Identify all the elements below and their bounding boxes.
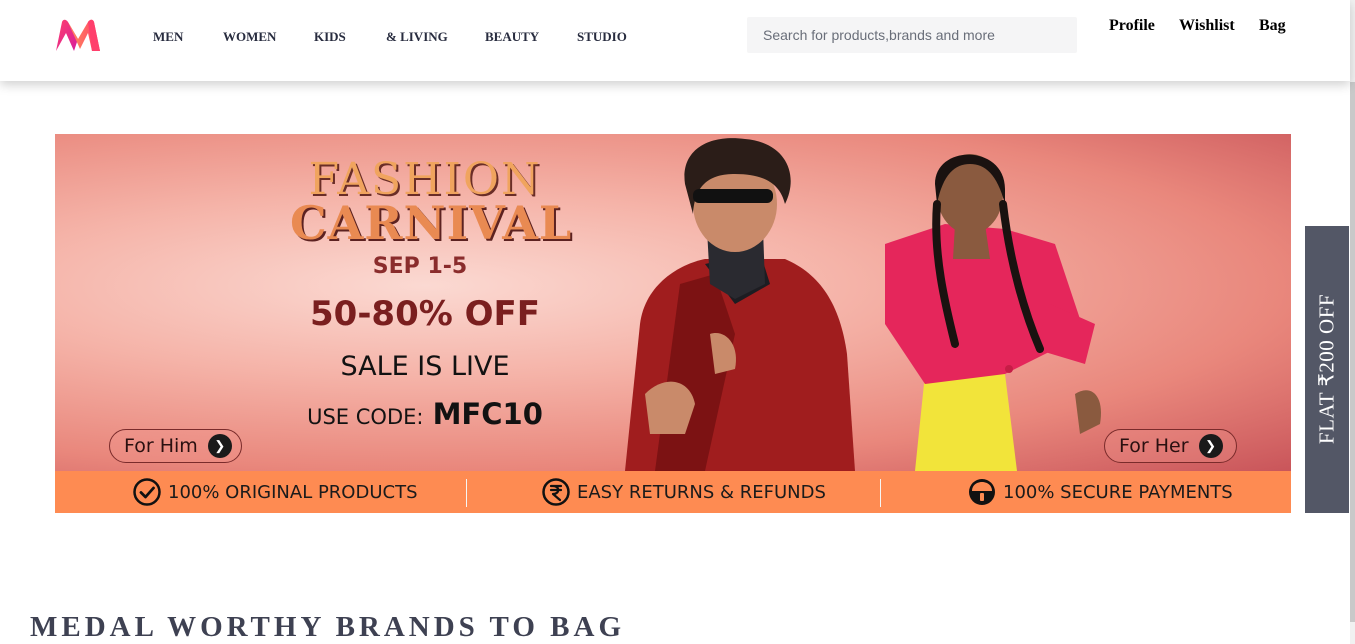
vertical-scrollbar[interactable] [1350, 0, 1355, 644]
shield-lock-icon [969, 479, 995, 505]
banner-sale-status: SALE IS LIVE [340, 351, 510, 382]
banner-dates: SEP 1-5 [372, 254, 468, 279]
top-header: MEN WOMEN KIDS & LIVING BEAUTY STUDIO Pr… [0, 0, 1350, 81]
banner-title-carnival: CARNIVAL [290, 196, 573, 250]
trust-item-secure: 100% SECURE PAYMENTS [967, 471, 1233, 513]
coupon-code: MFC10 [432, 397, 543, 431]
nav-item-home-living[interactable]: & LIVING [386, 29, 448, 45]
nav-item-women[interactable]: WOMEN [223, 29, 276, 45]
check-circle-icon [133, 478, 161, 506]
trust-text-returns: EASY RETURNS & REFUNDS [577, 481, 826, 503]
strip-divider [466, 479, 467, 507]
flat-offer-side-tab[interactable]: FLAT ₹200 OFF [1305, 226, 1349, 513]
trust-text-original: 100% ORIGINAL PRODUCTS [168, 481, 418, 503]
models-illustration [625, 138, 1101, 471]
banner-discount: 50-80% OFF [310, 294, 540, 334]
trust-item-original: 100% ORIGINAL PRODUCTS [132, 471, 418, 513]
for-him-label: For Him [124, 435, 198, 457]
section-title: MEDAL WORTHY BRANDS TO BAG [30, 611, 626, 643]
rupee-circle-icon [542, 478, 570, 506]
trust-text-secure: 100% SECURE PAYMENTS [1003, 481, 1233, 503]
strip-divider [880, 479, 881, 507]
bag-link[interactable]: Bag [1259, 17, 1286, 35]
scrollbar-thumb[interactable] [1350, 82, 1355, 622]
hero-banner[interactable]: FASHION CARNIVAL SEP 1-5 50-80% OFF SALE… [55, 134, 1291, 513]
trust-item-returns: EASY RETURNS & REFUNDS [541, 471, 826, 513]
wishlist-link[interactable]: Wishlist [1179, 17, 1235, 35]
nav-item-studio[interactable]: STUDIO [577, 29, 627, 45]
nav-item-beauty[interactable]: BEAUTY [485, 29, 539, 45]
search-box [747, 17, 1077, 53]
chevron-right-icon: ❯ [207, 434, 232, 458]
nav-item-kids[interactable]: KIDS [314, 29, 346, 45]
search-input[interactable] [747, 17, 1077, 53]
banner-coupon: USE CODE: MFC10 [285, 397, 565, 431]
coupon-label: USE CODE: [307, 405, 424, 429]
chevron-right-icon: ❯ [1198, 434, 1223, 458]
side-tab-label: FLAT ₹200 OFF [1314, 293, 1339, 445]
nav-item-men[interactable]: MEN [153, 29, 183, 45]
for-her-button[interactable]: For Her ❯ [1104, 429, 1237, 463]
for-him-button[interactable]: For Him ❯ [109, 429, 242, 463]
myntra-logo-icon[interactable] [54, 19, 102, 53]
for-her-label: For Her [1119, 435, 1189, 457]
profile-link[interactable]: Profile [1109, 17, 1155, 35]
